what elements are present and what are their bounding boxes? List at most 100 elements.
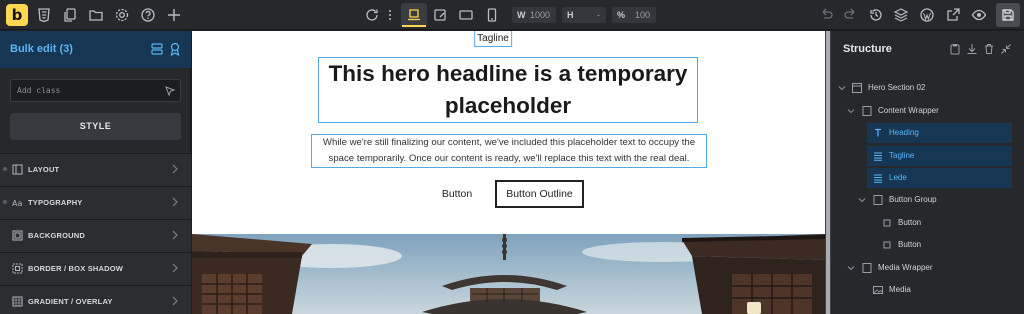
tree-node-button-group[interactable]: Button Group (867, 190, 1016, 210)
chevron-down-icon[interactable] (847, 264, 855, 272)
pages-icon[interactable] (62, 7, 78, 23)
chevron-down-icon[interactable] (858, 196, 866, 204)
height-field[interactable]: H - (562, 7, 606, 23)
bulk-edit-title: Bulk edit (3) (10, 43, 73, 55)
add-class-input[interactable] (10, 79, 181, 102)
tree-node-label: Button Group (889, 195, 937, 204)
scale-field[interactable]: % 100 (612, 7, 656, 23)
section-indicator-dot (3, 200, 7, 204)
tree-node-button[interactable]: Button (876, 213, 1012, 233)
chevron-down-icon[interactable] (847, 107, 855, 115)
tree-node-label: Button (898, 218, 922, 227)
hero-lede[interactable]: While we're still finalizing our content… (311, 134, 707, 168)
container-icon (873, 195, 883, 205)
tree-node-label: Lede (889, 173, 907, 182)
hero-tagline[interactable]: Tagline (474, 31, 512, 47)
section-gradient-overlay[interactable]: GRADIENT / OVERLAY (0, 285, 191, 314)
structure-title: Structure (843, 43, 892, 55)
section-border-box-shadow[interactable]: BORDER / BOX SHADOW (0, 252, 191, 285)
tree-node-media[interactable]: Media (867, 280, 1012, 300)
external-link-icon[interactable] (945, 7, 961, 23)
hero-button-outline[interactable]: Button Outline (495, 180, 584, 208)
button-icon (882, 240, 892, 250)
clipboard-icon[interactable] (949, 43, 961, 55)
tree-node-button[interactable]: Button (876, 235, 1012, 255)
tree-node-media-wrapper[interactable]: Media Wrapper (856, 258, 1016, 278)
style-sections: LAYOUT Aa TYPOGRAPHY BACKGROUND BORDER /… (0, 153, 191, 314)
button-icon (882, 218, 892, 228)
history-icon[interactable] (868, 7, 884, 23)
chevron-down-icon[interactable] (838, 84, 846, 92)
badge-icon[interactable] (168, 42, 182, 56)
chevron-right-icon (171, 230, 179, 240)
container-icon (862, 106, 872, 116)
tree-node-label: Content Wrapper (878, 106, 939, 115)
hero-button[interactable]: Button (432, 185, 482, 203)
preview-eye-icon[interactable] (971, 7, 987, 23)
class-selector-cursor-icon[interactable] (164, 84, 176, 97)
width-field[interactable]: W 1000 (512, 7, 556, 23)
svg-text:Aa: Aa (12, 199, 22, 208)
style-button[interactable]: STYLE (10, 113, 181, 140)
tree-node-label: Media (889, 285, 911, 294)
trash-icon[interactable] (983, 43, 995, 55)
section-typography[interactable]: Aa TYPOGRAPHY (0, 186, 191, 219)
tablet-breakpoint-icon[interactable] (458, 7, 474, 23)
mobile-breakpoint-icon[interactable] (484, 7, 500, 23)
background-icon (12, 230, 23, 241)
hero-media-image[interactable] (192, 234, 825, 314)
container-icon (862, 263, 872, 273)
tree-node-content-wrapper[interactable]: Content Wrapper (856, 101, 1016, 121)
scrollbar-thumb[interactable] (826, 31, 830, 314)
section-label: LAYOUT (28, 165, 60, 174)
text-icon (873, 151, 883, 161)
top-toolbar: b W 1000 H - % 100 (0, 0, 1024, 30)
add-icon[interactable] (166, 7, 182, 23)
border-icon (12, 263, 23, 274)
gradient-icon (12, 296, 23, 307)
tree-node-label: Media Wrapper (878, 263, 933, 272)
tree-node-tagline[interactable]: Tagline (867, 146, 1012, 166)
hero-heading[interactable]: This hero headline is a temporary placeh… (318, 57, 698, 123)
tree-node-label: Button (898, 240, 922, 249)
chevron-right-icon (171, 164, 179, 174)
refresh-icon[interactable] (364, 7, 380, 23)
section-label: TYPOGRAPHY (28, 198, 83, 207)
undo-icon[interactable] (818, 7, 834, 23)
laptop-breakpoint-icon[interactable] (432, 7, 448, 23)
redo-icon[interactable] (843, 7, 859, 23)
chevron-right-icon (171, 263, 179, 273)
app-logo[interactable]: b (6, 4, 28, 26)
builder-canvas[interactable]: Tagline This hero headline is a temporar… (192, 31, 825, 314)
desktop-breakpoint-icon[interactable] (402, 7, 426, 27)
element-classes-icon[interactable] (150, 42, 164, 56)
section-layout[interactable]: LAYOUT (0, 153, 191, 186)
left-panel: Bulk edit (3) STYLE LAYOUT Aa TYPOGRAPHY… (0, 31, 191, 314)
help-icon[interactable] (140, 7, 156, 23)
tree-node-label: Heading (889, 128, 919, 137)
wordpress-icon[interactable] (919, 7, 935, 23)
section-label: BORDER / BOX SHADOW (28, 264, 124, 273)
settings-gear-icon[interactable] (114, 7, 130, 23)
folder-icon[interactable] (88, 7, 104, 23)
tree-node-heading[interactable]: Heading (867, 123, 1012, 143)
tree-node-hero-section[interactable]: Hero Section 02 (846, 78, 1016, 98)
breakpoint-menu-icon[interactable] (386, 7, 394, 23)
section-label: BACKGROUND (28, 231, 85, 240)
tree-node-lede[interactable]: Lede (867, 168, 1012, 188)
structure-panel: Structure Hero Section 02 Content Wrappe… (831, 31, 1024, 314)
tree-node-label: Tagline (889, 151, 915, 160)
chevron-right-icon (171, 197, 179, 207)
section-icon (852, 83, 862, 93)
section-background[interactable]: BACKGROUND (0, 219, 191, 252)
layers-icon[interactable] (893, 7, 909, 23)
download-icon[interactable] (966, 43, 978, 55)
chevron-right-icon (171, 296, 179, 306)
collapse-icon[interactable] (1000, 43, 1012, 55)
html-icon[interactable] (36, 7, 52, 23)
text-icon (873, 173, 883, 183)
save-icon[interactable] (1000, 7, 1016, 23)
typography-icon: Aa (12, 197, 23, 208)
section-indicator-dot (3, 167, 7, 171)
section-label: GRADIENT / OVERLAY (28, 297, 113, 306)
